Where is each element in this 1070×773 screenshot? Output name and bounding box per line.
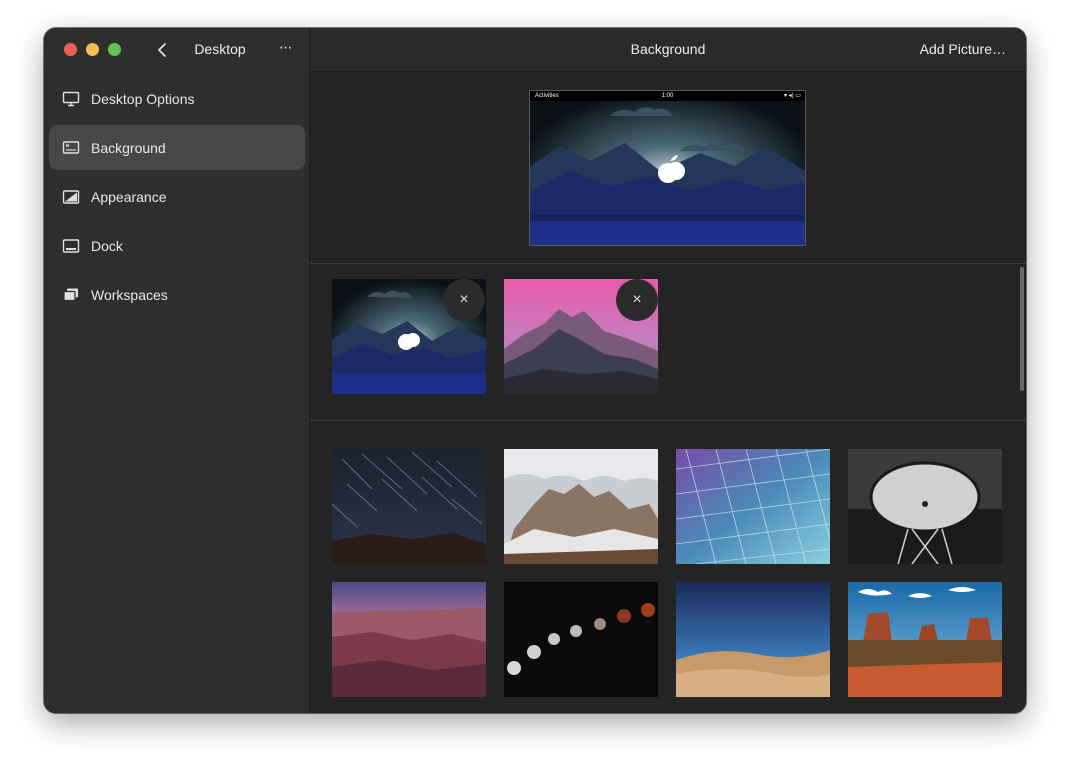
scrollbar[interactable] <box>1020 267 1024 391</box>
wallpaper-image <box>332 582 486 697</box>
wallpaper-image <box>848 582 1002 697</box>
sidebar-item-label: Background <box>91 139 166 156</box>
wallpaper-icon <box>62 139 80 157</box>
wallpaper-thumb[interactable] <box>676 582 830 697</box>
add-picture-button[interactable]: Add Picture… <box>920 41 1006 57</box>
sidebar: Desktop ··· Desktop Options Background A… <box>44 28 310 713</box>
dock-icon <box>62 237 80 255</box>
back-button[interactable] <box>152 39 174 61</box>
sidebar-item-label: Desktop Options <box>91 90 195 107</box>
sidebar-item-appearance[interactable]: Appearance <box>49 174 305 219</box>
wallpaper-thumb[interactable] <box>504 582 658 697</box>
remove-wallpaper-button[interactable]: × <box>616 279 658 321</box>
wallpaper-image <box>504 449 658 564</box>
wallpaper-image <box>504 582 658 697</box>
wallpaper-thumb[interactable] <box>504 449 658 564</box>
page-title: Background <box>630 41 706 57</box>
sidebar-item-desktop-options[interactable]: Desktop Options <box>49 76 305 121</box>
wallpaper-image <box>676 582 830 697</box>
remove-wallpaper-button[interactable]: × <box>443 279 485 321</box>
preview-status-icons: ▾ ◂) ▭ <box>783 93 801 99</box>
zoom-window-button[interactable] <box>108 43 121 56</box>
workspaces-icon <box>62 286 80 304</box>
minimize-window-button[interactable] <box>86 43 99 56</box>
preview-topbar: Activities 1:00 ▾ ◂) ▭ <box>530 91 805 101</box>
main-panel: Background Add Picture… Activities 1:00 … <box>310 28 1026 713</box>
appearance-icon <box>62 188 80 206</box>
wallpaper-image <box>848 449 1002 564</box>
settings-window: Desktop ··· Desktop Options Background A… <box>44 28 1026 713</box>
wallpaper-preview: Activities 1:00 ▾ ◂) ▭ <box>529 90 806 246</box>
wallpaper-image <box>676 449 830 564</box>
sidebar-item-background[interactable]: Background <box>49 125 305 170</box>
sidebar-item-label: Workspaces <box>91 286 168 303</box>
wallpaper-image <box>332 449 486 564</box>
section-divider <box>310 263 1026 264</box>
sidebar-nav: Desktop Options Background Appearance Do… <box>49 76 305 321</box>
section-divider <box>310 420 1026 421</box>
sidebar-header: Desktop ··· <box>44 28 309 72</box>
sidebar-item-label: Dock <box>91 237 123 254</box>
sidebar-title: Desktop <box>194 41 246 57</box>
sidebar-item-workspaces[interactable]: Workspaces <box>49 272 305 317</box>
wallpaper-thumb[interactable] <box>676 449 830 564</box>
preview-image <box>530 91 805 245</box>
sidebar-item-dock[interactable]: Dock <box>49 223 305 268</box>
wallpaper-thumb[interactable] <box>332 449 486 564</box>
chevron-left-icon <box>158 43 166 57</box>
wallpaper-thumb[interactable] <box>848 582 1002 697</box>
wallpaper-thumb[interactable] <box>848 449 1002 564</box>
monitor-icon <box>62 90 80 108</box>
header-bar: Background Add Picture… <box>310 28 1026 72</box>
sidebar-item-label: Appearance <box>91 188 167 205</box>
wallpaper-thumb[interactable] <box>332 582 486 697</box>
close-window-button[interactable] <box>64 43 77 56</box>
preview-clock-label: 1:00 <box>661 93 674 99</box>
more-options-button[interactable]: ··· <box>274 39 296 61</box>
